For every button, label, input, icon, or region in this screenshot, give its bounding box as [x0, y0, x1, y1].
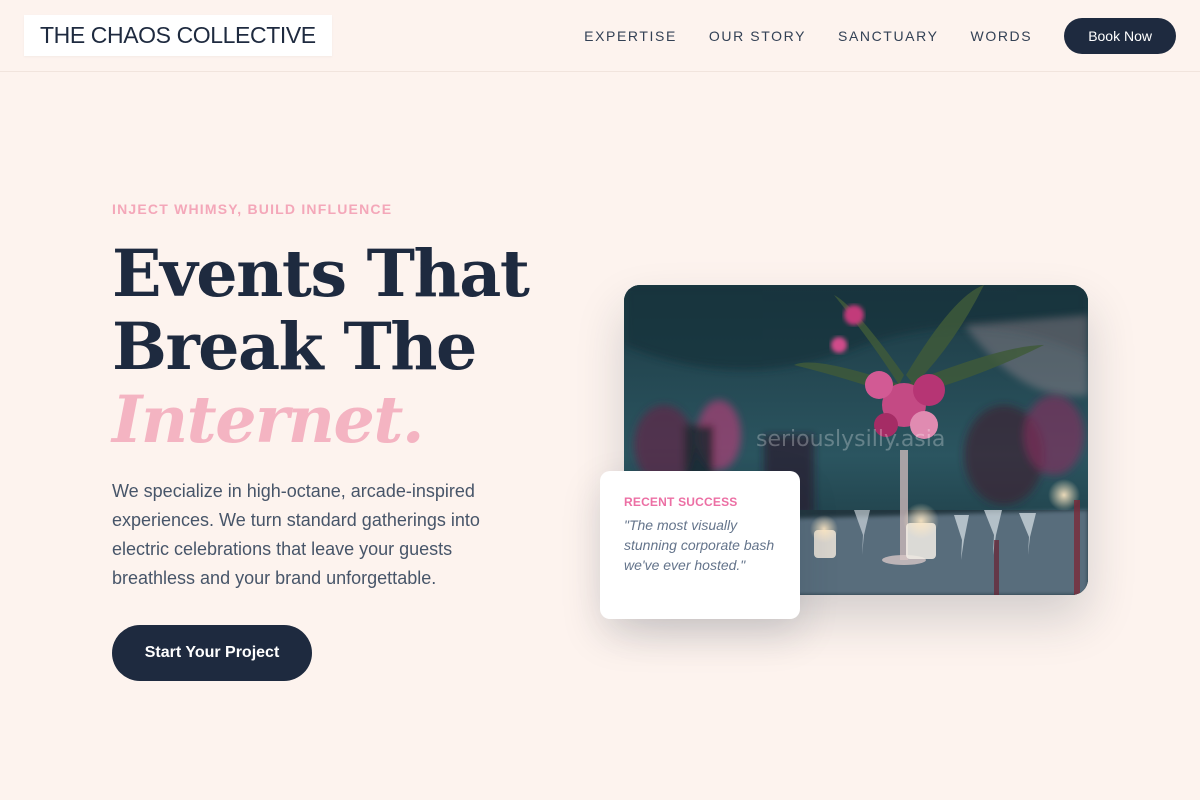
hero-headline: Events That Break The Internet.	[112, 238, 582, 457]
nav-link-words[interactable]: WORDS	[971, 28, 1033, 44]
nav-link-expertise[interactable]: EXPERTISE	[584, 28, 677, 44]
headline-line-2: Break The	[112, 309, 477, 385]
hero-description: We specialize in high-octane, arcade-ins…	[112, 481, 480, 588]
nav-link-sanctuary[interactable]: SANCTUARY	[838, 28, 939, 44]
hero-eyebrow: INJECT WHIMSY, BUILD INFLUENCE	[112, 201, 393, 217]
main-nav: EXPERTISE OUR STORY SANCTUARY WORDS Book…	[584, 0, 1176, 72]
nav-link-our-story[interactable]: OUR STORY	[709, 28, 806, 44]
book-now-button[interactable]: Book Now	[1064, 18, 1176, 54]
headline-accent: Internet.	[112, 382, 425, 458]
brand-logo[interactable]: THE CHAOS COLLECTIVE	[24, 15, 332, 56]
testimonial-label: RECENT SUCCESS	[624, 495, 738, 509]
headline-line-1: Events That	[112, 236, 530, 312]
testimonial-quote: "The most visually stunning corporate ba…	[624, 517, 775, 573]
start-project-button[interactable]: Start Your Project	[112, 625, 312, 681]
photo-watermark: seriouslysilly.asia	[756, 427, 946, 452]
testimonial-card: RECENT SUCCESS "The most visually stunni…	[600, 471, 800, 619]
site-header: THE CHAOS COLLECTIVE EXPERTISE OUR STORY…	[0, 0, 1200, 72]
